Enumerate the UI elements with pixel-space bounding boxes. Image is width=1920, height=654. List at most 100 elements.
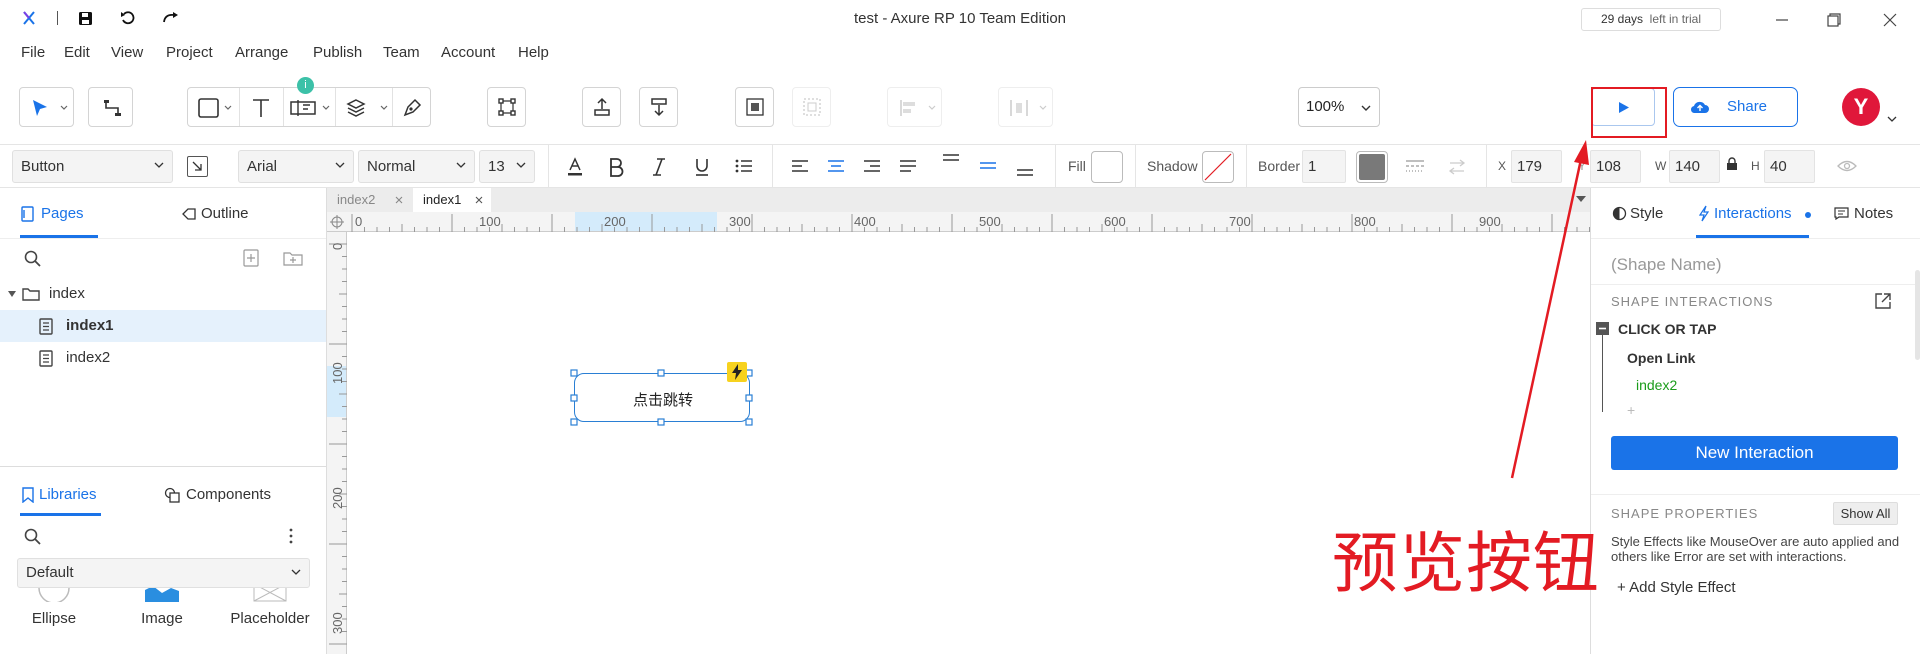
point-edit-button[interactable] (487, 87, 526, 127)
annotation-highlight-box (1591, 87, 1667, 138)
italic-icon[interactable] (652, 157, 666, 177)
placeholder-icon (253, 588, 287, 602)
shadow-swatch[interactable] (1202, 151, 1234, 183)
new-interaction-button[interactable]: New Interaction (1611, 436, 1898, 470)
tab-libraries[interactable]: Libraries (22, 486, 97, 503)
tab-index1[interactable]: index1 (413, 188, 491, 212)
search-icon[interactable] (24, 528, 42, 546)
tab-style[interactable]: Style (1612, 205, 1663, 222)
menu-team[interactable]: Team (383, 44, 420, 61)
align-left-icon[interactable] (791, 159, 809, 174)
image-icon (145, 588, 179, 602)
style-select[interactable]: Button (12, 150, 173, 183)
h-input[interactable]: 40 (1764, 150, 1815, 183)
restore-icon[interactable] (1822, 8, 1846, 32)
layers-icon[interactable] (346, 98, 366, 118)
tabs-overflow-icon[interactable] (1576, 196, 1586, 202)
font-size-select[interactable]: 13 (479, 150, 535, 183)
align-dropdown[interactable] (887, 87, 942, 127)
interaction-lightning-icon[interactable] (727, 362, 747, 382)
close-icon[interactable] (395, 196, 403, 204)
tab-pages[interactable]: Pages (21, 205, 84, 222)
action-open-link[interactable]: Open Link (1627, 350, 1695, 366)
group-button[interactable] (735, 87, 774, 127)
close-icon[interactable] (1878, 8, 1902, 32)
border-width-input[interactable]: 1 (1302, 150, 1346, 183)
menu-edit[interactable]: Edit (64, 44, 90, 61)
valign-top-icon[interactable] (942, 153, 960, 165)
align-right-icon[interactable] (863, 159, 881, 174)
border-color-swatch[interactable] (1356, 151, 1388, 183)
shape-name-input[interactable]: (Shape Name) (1611, 255, 1722, 275)
close-icon[interactable] (475, 196, 483, 204)
fill-color-swatch[interactable] (1091, 151, 1123, 183)
justify-icon[interactable] (899, 159, 917, 174)
underline-icon[interactable] (694, 157, 710, 177)
tree-page-index1[interactable]: index1 (0, 310, 326, 342)
search-icon[interactable] (24, 250, 42, 268)
tree-folder-index[interactable]: index (0, 278, 326, 310)
link-target[interactable]: index2 (1636, 377, 1677, 393)
tab-outline[interactable]: Outline (181, 205, 249, 222)
collapse-icon[interactable] (1596, 322, 1609, 335)
add-page-icon[interactable] (243, 249, 259, 267)
open-external-icon[interactable] (1874, 292, 1892, 310)
widget-ellipse[interactable]: Ellipse (0, 588, 108, 654)
add-action-button[interactable]: + (1627, 402, 1635, 418)
align-center-icon[interactable] (827, 159, 845, 174)
valign-bottom-icon[interactable] (1016, 168, 1034, 180)
rectangle-icon[interactable] (198, 98, 220, 118)
lock-icon[interactable] (1726, 157, 1738, 171)
tab-index2[interactable]: index2 (327, 188, 413, 212)
menu-file[interactable]: File (21, 44, 45, 61)
more-vertical-icon[interactable] (288, 528, 294, 544)
tree-page-index2[interactable]: index2 (0, 342, 326, 374)
bullet-list-icon[interactable] (735, 158, 753, 174)
ungroup-button[interactable] (792, 87, 831, 127)
visibility-icon[interactable] (1837, 160, 1857, 172)
connector-tool-button[interactable] (88, 87, 133, 127)
valign-middle-icon[interactable] (979, 161, 997, 173)
x-input[interactable]: 179 (1511, 150, 1562, 183)
select-tool-button[interactable] (19, 87, 74, 127)
menu-project[interactable]: Project (166, 44, 213, 61)
menu-help[interactable]: Help (518, 44, 549, 61)
menu-arrange[interactable]: Arrange (235, 44, 288, 61)
zoom-dropdown[interactable]: 100% (1298, 87, 1380, 127)
chevron-down-icon[interactable] (1887, 116, 1897, 122)
font-color-icon[interactable] (566, 157, 584, 177)
avatar[interactable]: Y (1842, 88, 1880, 126)
panel-scrollbar[interactable] (1915, 270, 1920, 360)
share-button[interactable]: Share (1673, 87, 1798, 127)
pen-icon[interactable] (401, 97, 423, 119)
add-style-effect-link[interactable]: + Add Style Effect (1617, 579, 1736, 596)
event-click-or-tap[interactable]: CLICK OR TAP (1618, 321, 1717, 337)
font-family-select[interactable]: Arial (238, 150, 354, 183)
library-select[interactable]: Default (17, 558, 310, 588)
minimize-icon[interactable] (1770, 8, 1794, 32)
widget-image[interactable]: Image (108, 588, 216, 654)
tab-interactions[interactable]: Interactions (1699, 205, 1792, 222)
border-pattern-icon[interactable] (1405, 159, 1425, 174)
menu-publish[interactable]: Publish (313, 44, 362, 61)
text-icon[interactable] (251, 97, 271, 119)
style-manager-button[interactable] (187, 156, 208, 177)
font-weight-select[interactable]: Normal (358, 150, 475, 183)
ruler-label: 300 (729, 214, 751, 229)
input-field-icon[interactable] (290, 100, 318, 116)
menu-view[interactable]: View (111, 44, 143, 61)
ruler-origin-icon[interactable] (330, 215, 344, 229)
tab-components[interactable]: Components (164, 486, 271, 503)
tab-notes[interactable]: Notes (1834, 205, 1893, 222)
bring-forward-button[interactable] (582, 87, 621, 127)
w-input[interactable]: 140 (1669, 150, 1720, 183)
send-backward-button[interactable] (639, 87, 678, 127)
y-input[interactable]: 108 (1590, 150, 1641, 183)
menu-account[interactable]: Account (441, 44, 495, 61)
show-all-button[interactable]: Show All (1833, 502, 1898, 525)
bold-icon[interactable] (608, 157, 624, 177)
arrow-style-icon[interactable] (1448, 158, 1466, 176)
add-folder-icon[interactable] (283, 250, 303, 266)
widget-placeholder[interactable]: Placeholder (216, 588, 324, 654)
distribute-dropdown[interactable] (998, 87, 1053, 127)
